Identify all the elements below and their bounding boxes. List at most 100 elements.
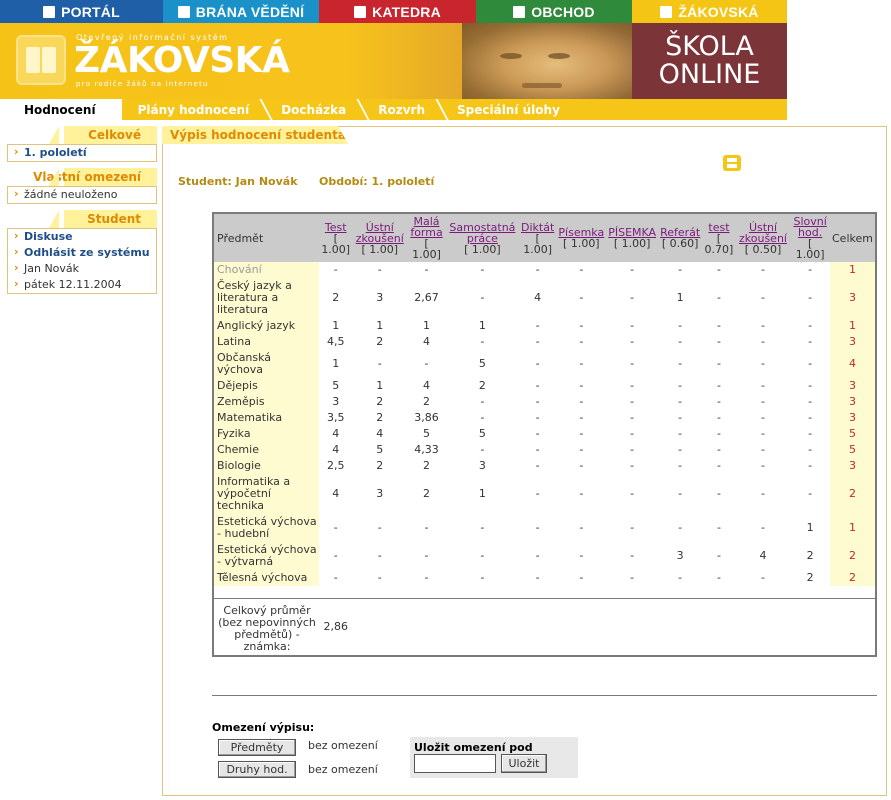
nav-zakovska[interactable]: ŽÁKOVSKÁ bbox=[632, 0, 787, 23]
grade-type-weight: [ 1.00] bbox=[795, 237, 825, 261]
grade-cell: - bbox=[716, 335, 721, 348]
grade-cell: - bbox=[761, 263, 765, 276]
period-label: Období: 1. pololetí bbox=[319, 175, 435, 188]
sidebar-item-logout[interactable]: Odhlásit ze systému bbox=[8, 244, 156, 261]
tab-rozvrh[interactable]: Rozvrh bbox=[362, 99, 441, 120]
sidebar-box-student: Student Diskuse Odhlásit ze systému Jan … bbox=[7, 210, 157, 294]
grade-cell: 3,86 bbox=[414, 411, 439, 424]
grades-table: Předmět Test[ 1.00] Ústní zkoušení[ 1.00]… bbox=[214, 214, 875, 655]
grade-cell: - bbox=[808, 395, 813, 408]
grade-cell: - bbox=[716, 263, 721, 276]
tab-specialni-ulohy[interactable]: Speciální úlohy bbox=[441, 99, 576, 120]
total-cell: 2 bbox=[829, 474, 875, 514]
grade-cell: - bbox=[480, 411, 485, 424]
grade-type-link[interactable]: Ústní zkoušení bbox=[356, 221, 404, 245]
grade-type-column-header: test[ 0.70] bbox=[702, 214, 736, 262]
grade-cell: - bbox=[579, 411, 584, 424]
total-cell: 3 bbox=[829, 394, 875, 410]
brand-subtitle-bottom: pro rodiče žáků na internetu bbox=[76, 80, 209, 88]
limits-title: Omezení výpisu: bbox=[212, 721, 315, 734]
grade-cell: - bbox=[630, 319, 635, 332]
subjects-filter-button[interactable]: Předměty bbox=[218, 739, 296, 756]
subject-cell: Matematika bbox=[214, 410, 319, 426]
grade-cell: - bbox=[761, 443, 765, 456]
grade-type-link[interactable]: Ústní zkoušení bbox=[739, 221, 787, 245]
grade-cell: 4 bbox=[376, 427, 384, 440]
table-row: Zeměpis 3 2 2 - - - - - - - - 3 bbox=[214, 394, 875, 410]
grade-cell: - bbox=[630, 459, 635, 472]
grade-cell: - bbox=[761, 411, 765, 424]
total-cell: 3 bbox=[829, 410, 875, 426]
grade-cell: - bbox=[579, 549, 584, 562]
nav-obchod[interactable]: OBCHOD bbox=[476, 0, 632, 23]
grade-cell: 2 bbox=[376, 459, 384, 472]
grade-type-link[interactable]: Malá forma bbox=[410, 215, 442, 239]
grade-cell: - bbox=[630, 571, 635, 584]
grade-cell: - bbox=[761, 395, 765, 408]
nav-label: KATEDRA bbox=[372, 3, 441, 20]
grade-cell: 4 bbox=[423, 335, 431, 348]
sidebar-item-student-name: Jan Novák bbox=[8, 260, 156, 277]
grade-types-filter-value: bez omezení bbox=[308, 763, 378, 776]
save-limits-name-input[interactable] bbox=[414, 754, 496, 773]
logo-line-1: ŠKOLA bbox=[665, 31, 754, 62]
grade-type-weight: [ 1.00] bbox=[412, 237, 441, 261]
grade-cell: 1 bbox=[806, 521, 814, 534]
grade-cell: - bbox=[535, 521, 540, 534]
table-row: Anglický jazyk 1 1 1 1 - - - - - - - 1 bbox=[214, 318, 875, 334]
grade-cell: - bbox=[630, 291, 635, 304]
total-cell: 5 bbox=[829, 426, 875, 442]
save-limits-button[interactable]: Uložit bbox=[501, 754, 547, 773]
grade-cell: - bbox=[808, 335, 813, 348]
grade-cell: - bbox=[716, 357, 721, 370]
subject-cell: Fyzika bbox=[214, 426, 319, 442]
grade-type-weight: [ 1.00] bbox=[563, 237, 600, 250]
table-row: Estetická výchova - výtvarná - - - - - - - 3 - 4 2 2 bbox=[214, 542, 875, 570]
grade-cell: - bbox=[678, 443, 683, 456]
sidebar-item-diskuse[interactable]: Diskuse bbox=[8, 228, 156, 245]
grade-type-link[interactable]: Samostatná práce bbox=[449, 221, 515, 245]
nav-brana-vedeni[interactable]: BRÁNA VĚDĚNÍ bbox=[163, 0, 319, 23]
grade-cell: - bbox=[535, 379, 540, 392]
grade-cell: 2 bbox=[423, 395, 431, 408]
table-header-row: Předmět Test[ 1.00] Ústní zkoušení[ 1.00]… bbox=[214, 214, 875, 262]
grade-cell: 3,5 bbox=[326, 411, 345, 424]
table-row: Latina 4,5 2 4 - - - - - - - - 3 bbox=[214, 334, 875, 350]
grade-cell: - bbox=[630, 263, 635, 276]
grade-cell: - bbox=[480, 335, 485, 348]
sidebar-item-pololeti[interactable]: 1. pololetí bbox=[8, 144, 156, 161]
grade-cell: - bbox=[579, 395, 584, 408]
tab-hodnoceni[interactable]: Hodnocení bbox=[0, 99, 122, 120]
brand-name: ŽÁKOVSKÁ bbox=[74, 40, 290, 81]
grade-cell: - bbox=[480, 395, 485, 408]
grade-cell: - bbox=[535, 571, 540, 584]
grade-types-filter-button[interactable]: Druhy hod. bbox=[218, 761, 296, 778]
grade-type-column-header: Referát[ 0.60] bbox=[658, 214, 703, 262]
grade-cell: - bbox=[579, 357, 584, 370]
grades-body: Chování - - - - - - - - - - -1 Český jazyk a literat… bbox=[214, 262, 875, 655]
nav-katedra[interactable]: KATEDRA bbox=[319, 0, 476, 23]
table-row: Chování - - - - - - - - - - - 1 bbox=[214, 262, 875, 278]
tab-plany-hodnoceni[interactable]: Plány hodnocení bbox=[122, 99, 266, 120]
grade-cell: 1 bbox=[332, 357, 340, 370]
nav-label: PORTÁL bbox=[61, 3, 120, 20]
grade-type-link[interactable]: Slovní hod. bbox=[793, 215, 826, 239]
grade-cell: - bbox=[535, 263, 540, 276]
grade-cell: 1 bbox=[676, 291, 684, 304]
grade-cell: 4,33 bbox=[414, 443, 439, 456]
grade-cell: - bbox=[678, 411, 683, 424]
tab-dochazka[interactable]: Docházka bbox=[265, 99, 362, 120]
grade-type-weight: [ 1.00] bbox=[613, 237, 651, 250]
total-cell: 2 bbox=[829, 570, 875, 586]
nav-portal[interactable]: PORTÁL bbox=[0, 0, 163, 23]
grade-type-weight: [ 0.70] bbox=[704, 231, 734, 256]
sidebar-box-body: žádné neuloženo bbox=[7, 186, 157, 204]
grade-cell: - bbox=[761, 291, 765, 304]
skola-online-logo: ŠKOLA ONLINE bbox=[632, 23, 787, 99]
total-cell: 4 bbox=[829, 350, 875, 378]
grade-cell: - bbox=[716, 571, 721, 584]
grade-type-column-header: Ústní zkoušení[ 0.50] bbox=[735, 214, 791, 262]
print-icon[interactable] bbox=[723, 155, 741, 171]
grade-cell: 1 bbox=[376, 319, 384, 332]
average-row: Celkový průměr (bez nepovinných předmětů… bbox=[214, 599, 875, 655]
